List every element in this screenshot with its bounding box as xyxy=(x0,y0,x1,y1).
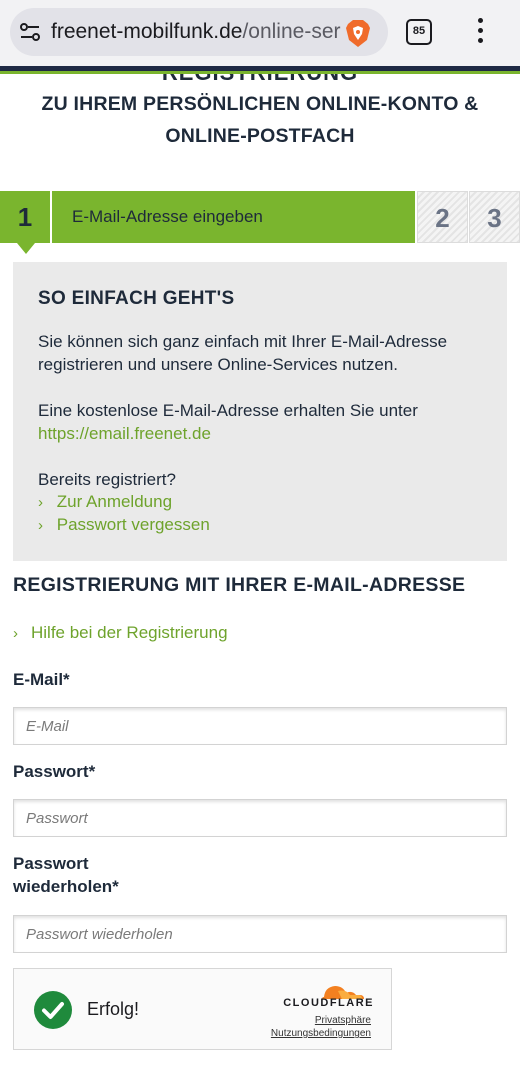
page-headline: ZU IHREM PERSÖNLICHEN ONLINE-KONTO & ONL… xyxy=(41,93,479,147)
chevron-right-icon: › xyxy=(38,517,43,534)
password-label: Passwort* xyxy=(13,762,96,781)
password-repeat-field[interactable] xyxy=(13,915,507,953)
info-email-text: Eine kostenlose E-Mail-Adresse erhalten … xyxy=(38,401,418,420)
cloudflare-turnstile-widget[interactable]: Erfolg! CLOUDFLARE Privatsphäre Nutzungs… xyxy=(13,968,392,1050)
info-title: SO EINFACH GEHT'S xyxy=(38,288,235,309)
step-1-active: 1 E-Mail-Adresse eingeben xyxy=(0,191,415,243)
url-text[interactable]: freenet-mobilfunk.de/online-ser xyxy=(51,19,343,45)
info-email-paragraph: Eine kostenlose E-Mail-Adresse erhalten … xyxy=(38,399,493,445)
step-3: 3 xyxy=(469,191,520,243)
cloudflare-wordmark: CLOUDFLARE xyxy=(283,997,374,1009)
chevron-right-icon: › xyxy=(13,625,18,642)
brave-shields-icon[interactable] xyxy=(344,18,372,48)
step-1-number: 1 xyxy=(0,191,52,243)
step-2: 2 xyxy=(417,191,468,243)
login-link[interactable]: › Zur Anmeldung xyxy=(38,490,172,514)
freenet-email-link[interactable]: https://email.freenet.de xyxy=(38,424,211,443)
step-indicator: 1 E-Mail-Adresse eingeben 2 3 xyxy=(0,191,520,254)
info-box: SO EINFACH GEHT'S Sie können sich ganz e… xyxy=(13,262,507,561)
chevron-right-icon: › xyxy=(38,494,43,511)
url-path: /online-ser xyxy=(242,20,341,43)
password-repeat-label: Passwort wiederholen* xyxy=(13,854,119,896)
info-paragraph: Sie können sich ganz einfach mit Ihrer E… xyxy=(38,332,448,374)
tab-switcher-button[interactable]: 85 xyxy=(406,19,432,45)
captcha-status: Erfolg! xyxy=(87,999,140,1019)
success-check-icon xyxy=(34,991,72,1029)
step-pointer-arrow xyxy=(17,243,35,254)
browser-toolbar: freenet-mobilfunk.de/online-ser 85 xyxy=(0,0,520,66)
login-link-label: Zur Anmeldung xyxy=(56,492,173,511)
registration-title: REGISTRIERUNG MIT IHRER E-MAIL-ADRESSE xyxy=(13,574,466,596)
email-label: E-Mail* xyxy=(13,670,70,689)
privacy-link[interactable]: Privatsphäre xyxy=(315,1015,371,1026)
address-bar[interactable]: freenet-mobilfunk.de/online-ser xyxy=(10,8,388,56)
site-settings-icon[interactable] xyxy=(18,20,42,44)
url-host: freenet-mobilfunk.de xyxy=(51,20,243,43)
registration-help-link[interactable]: › Hilfe bei der Registrierung xyxy=(13,623,228,643)
email-field[interactable] xyxy=(13,707,507,745)
step-1-label: E-Mail-Adresse eingeben xyxy=(72,207,263,226)
help-link-label: Hilfe bei der Registrierung xyxy=(31,623,228,642)
forgot-password-link[interactable]: › Passwort vergessen xyxy=(38,513,210,537)
password-field[interactable] xyxy=(13,799,507,837)
already-registered-text: Bereits registriert? xyxy=(38,470,176,489)
site-header-accent xyxy=(0,71,520,74)
terms-link[interactable]: Nutzungsbedingungen xyxy=(271,1028,371,1039)
forgot-link-label: Passwort vergessen xyxy=(56,515,210,534)
more-menu-icon[interactable] xyxy=(470,18,490,46)
